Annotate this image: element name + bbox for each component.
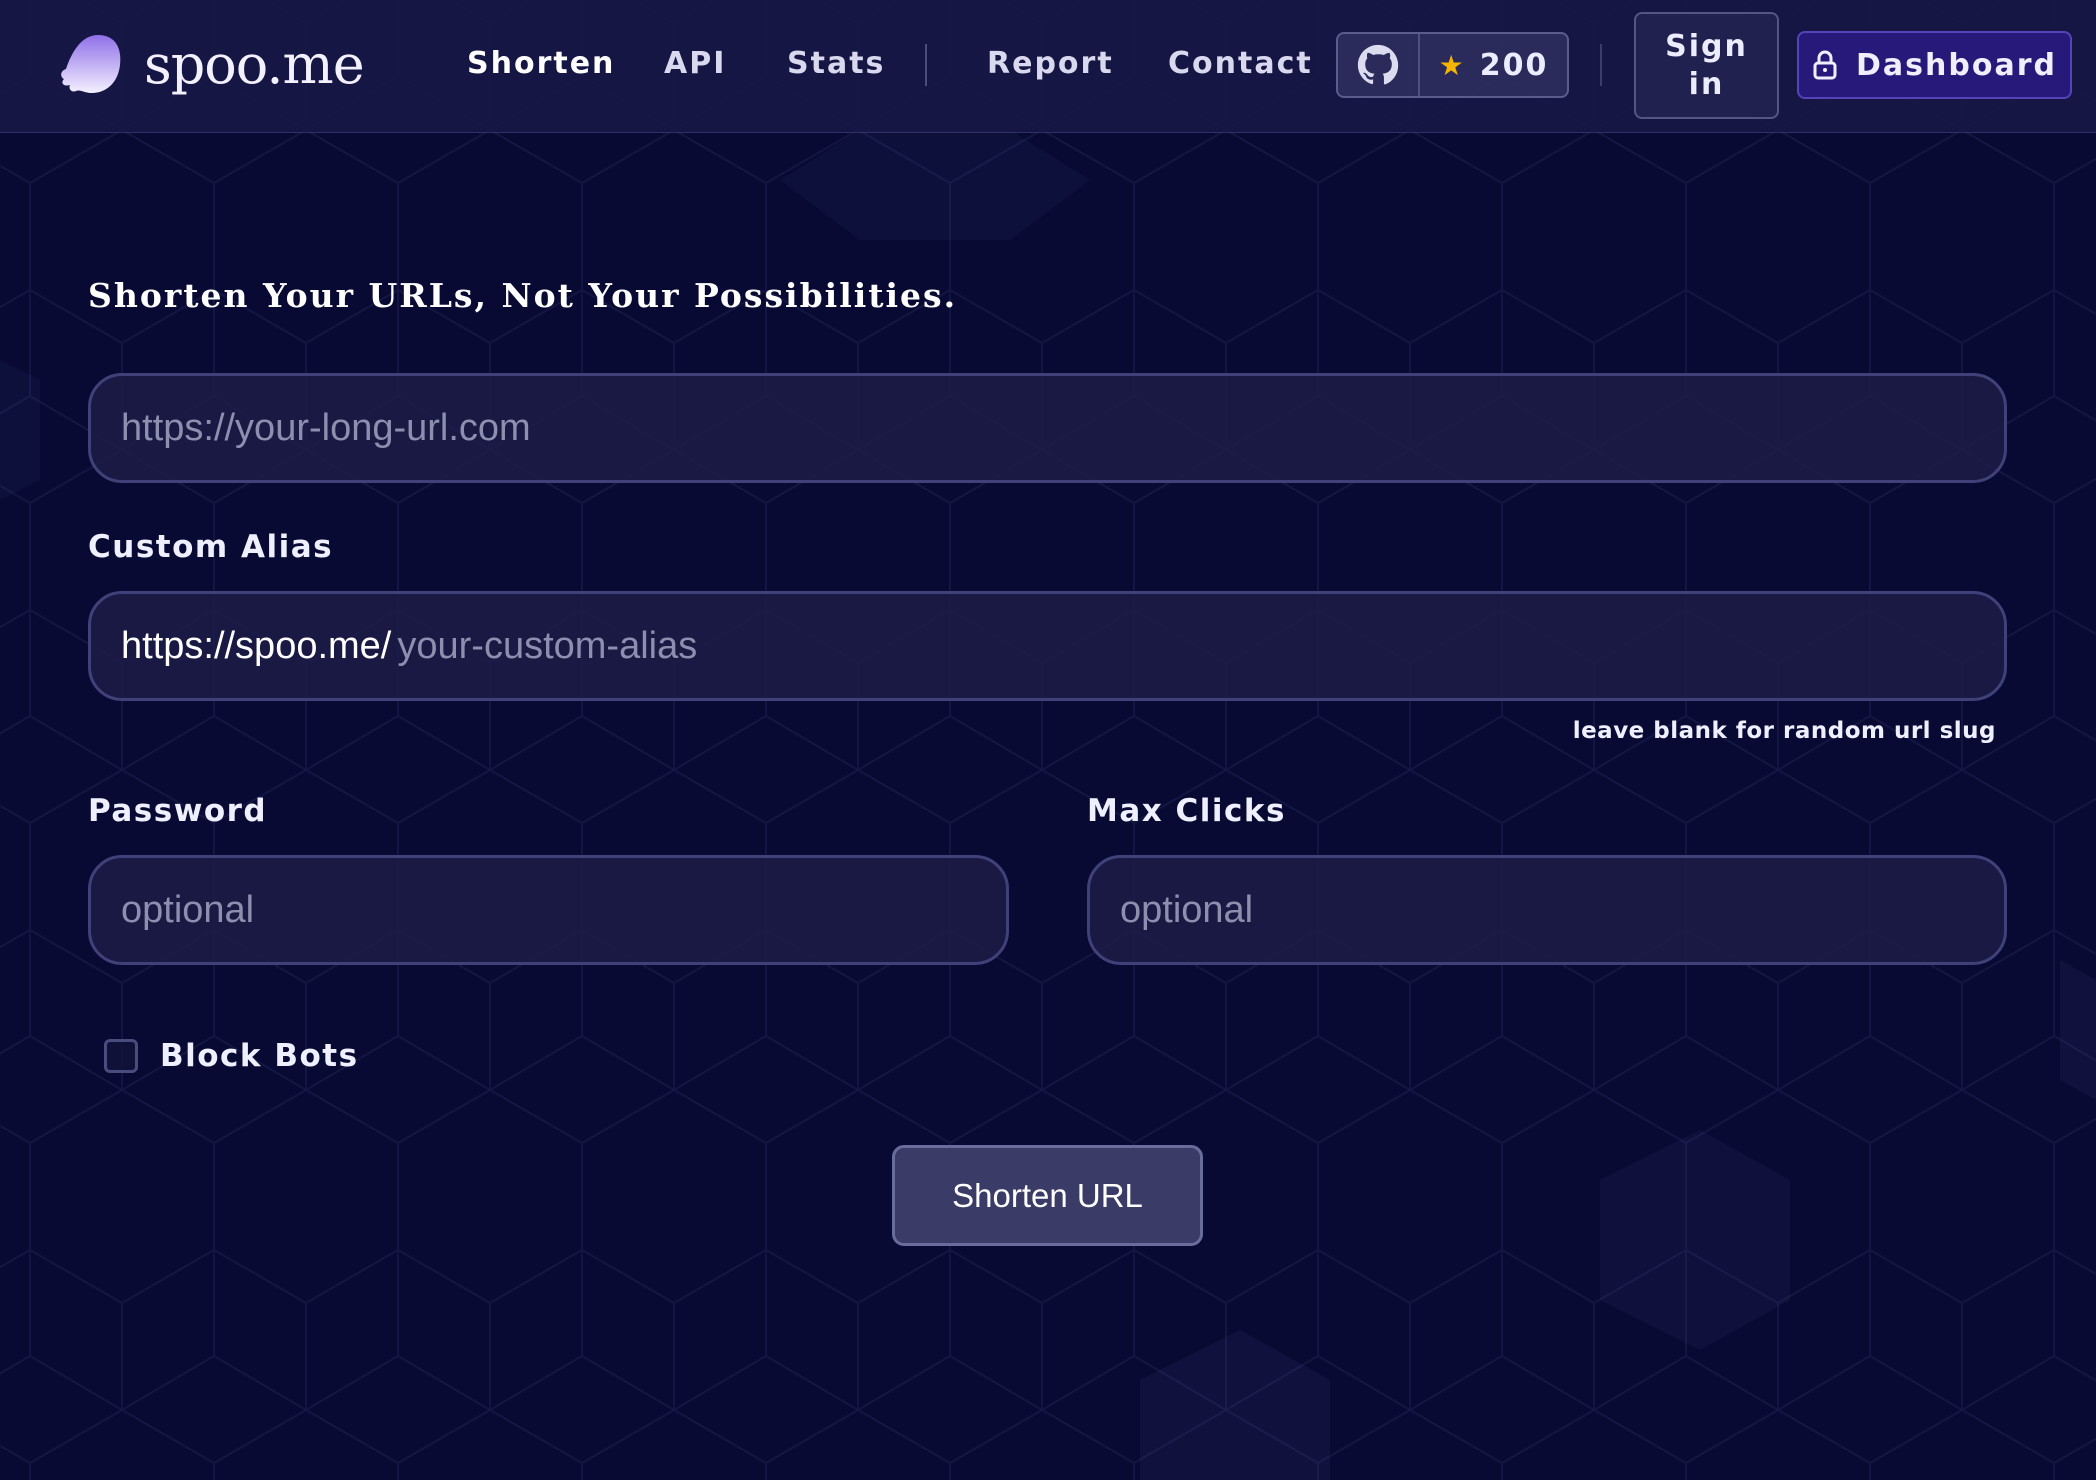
- nav-contact[interactable]: Contact: [1168, 46, 1313, 81]
- custom-alias-input[interactable]: [397, 594, 2004, 698]
- password-field[interactable]: [88, 855, 1009, 965]
- custom-alias-field[interactable]: https://spoo.me/: [88, 591, 2007, 701]
- top-navbar: spoo.me Shorten API Stats Report Contact…: [0, 0, 2096, 133]
- page-headline: Shorten Your URLs, Not Your Possibilitie…: [88, 276, 958, 315]
- custom-alias-label: Custom Alias: [88, 529, 334, 565]
- ghost-logo-icon: [61, 35, 121, 93]
- github-stars-button[interactable]: ★ 200: [1336, 32, 1569, 98]
- github-star-count: ★ 200: [1420, 48, 1567, 83]
- star-count-value: 200: [1479, 47, 1549, 83]
- dashboard-button[interactable]: Dashboard: [1797, 31, 2072, 99]
- long-url-input[interactable]: [121, 376, 2004, 480]
- block-bots-checkbox[interactable]: [104, 1039, 138, 1073]
- sign-in-button[interactable]: Sign in: [1634, 12, 1779, 119]
- star-icon: ★: [1438, 48, 1466, 82]
- nav-report[interactable]: Report: [987, 46, 1114, 81]
- shorten-form: Shorten Your URLs, Not Your Possibilitie…: [0, 0, 2096, 1480]
- max-clicks-label: Max Clicks: [1087, 793, 1287, 829]
- alias-hint: leave blank for random url slug: [1572, 718, 1996, 744]
- nav-divider-right: [1600, 44, 1602, 86]
- block-bots-label: Block Bots: [160, 1038, 359, 1074]
- brand-name: spoo.me: [144, 32, 365, 96]
- dashboard-label: Dashboard: [1856, 47, 2057, 83]
- lock-icon: [1813, 50, 1837, 80]
- block-bots-option[interactable]: Block Bots: [104, 1038, 359, 1074]
- github-icon: [1338, 34, 1420, 96]
- nav-stats[interactable]: Stats: [787, 46, 885, 81]
- long-url-field[interactable]: [88, 373, 2007, 483]
- alias-url-prefix: https://spoo.me/: [121, 624, 392, 667]
- nav-divider: [925, 44, 927, 86]
- shorten-url-button[interactable]: Shorten URL: [892, 1145, 1203, 1246]
- password-label: Password: [88, 793, 268, 829]
- password-input[interactable]: [121, 858, 1006, 962]
- brand-logo[interactable]: spoo.me: [58, 28, 365, 100]
- max-clicks-input[interactable]: [1120, 858, 2004, 962]
- nav-shorten[interactable]: Shorten: [467, 46, 615, 81]
- max-clicks-field[interactable]: [1087, 855, 2007, 965]
- nav-api[interactable]: API: [664, 46, 726, 81]
